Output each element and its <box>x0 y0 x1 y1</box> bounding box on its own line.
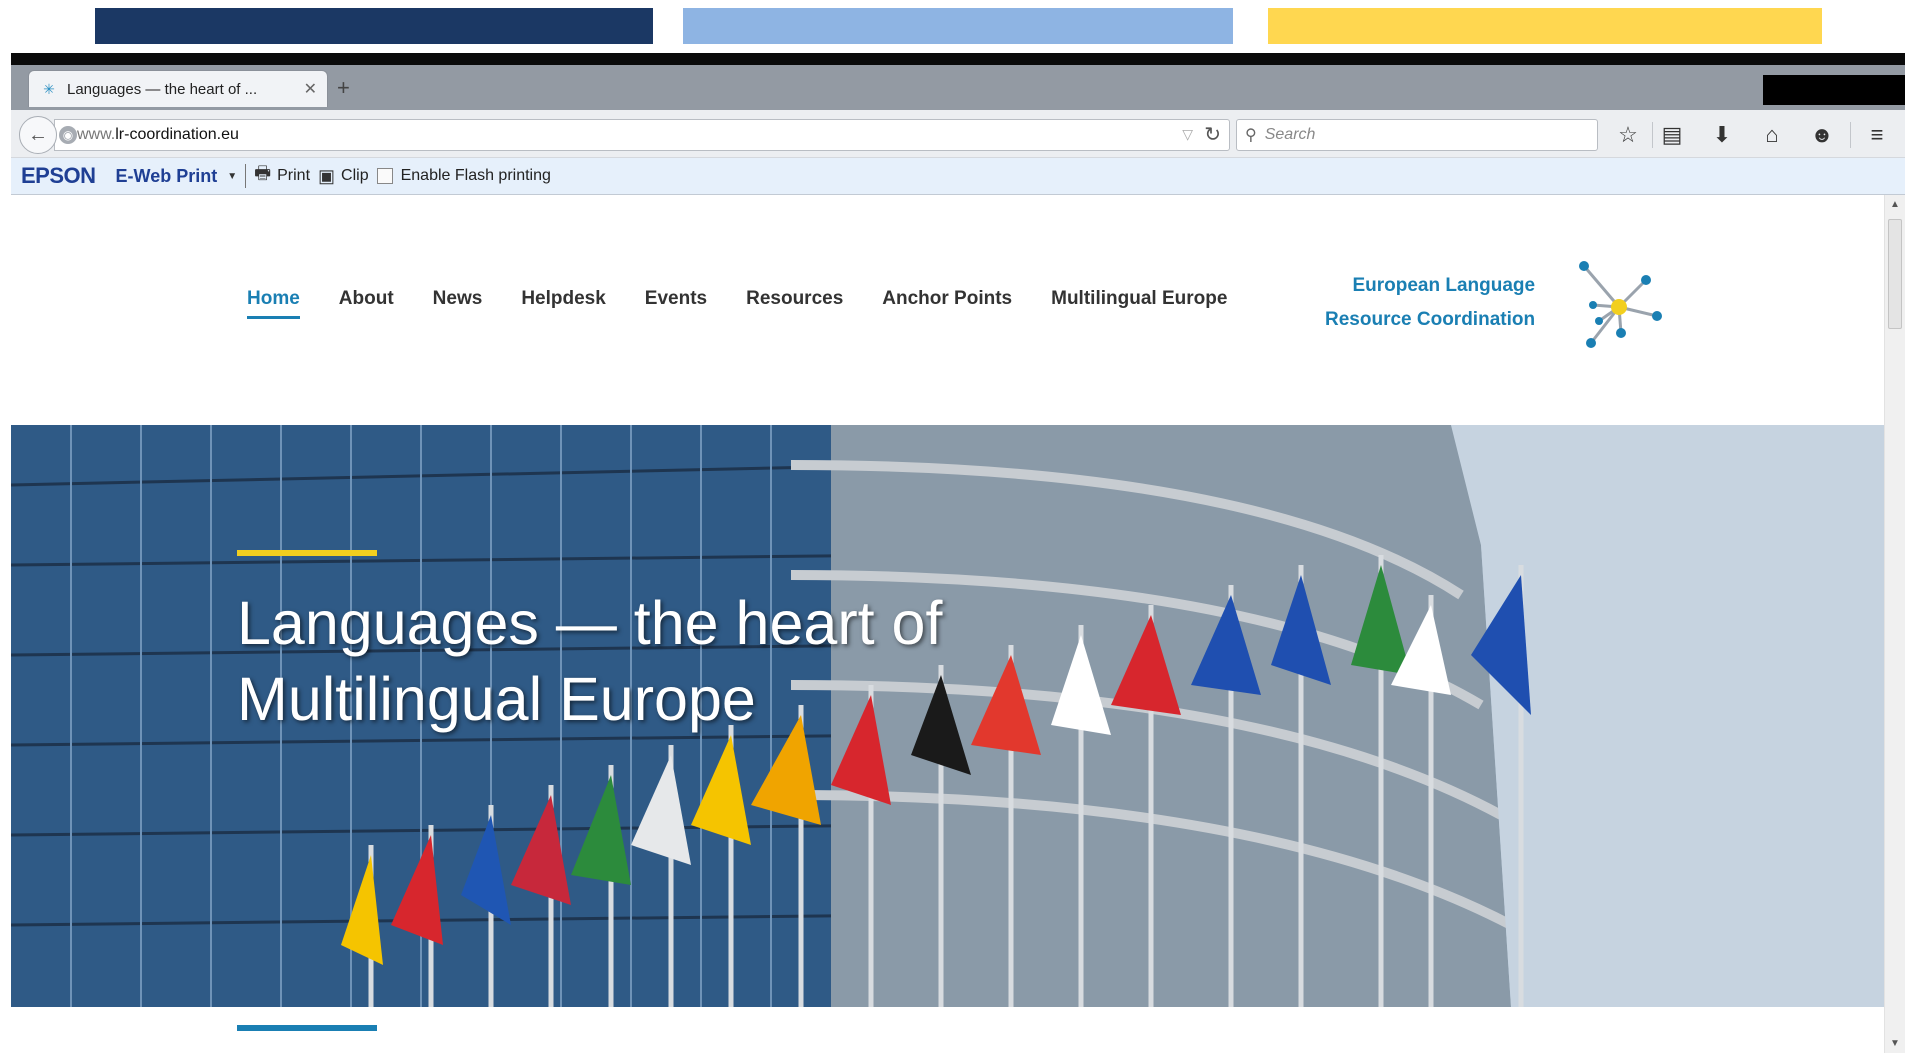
menu-icon[interactable]: ≡ <box>1863 121 1891 149</box>
section-accent-line <box>237 1025 377 1031</box>
nav-home[interactable]: Home <box>247 288 300 319</box>
print-label: Print <box>277 167 311 184</box>
page-content: Home About News Helpdesk Events Resource… <box>11 195 1884 1053</box>
chat-icon[interactable]: ☻ <box>1808 121 1836 149</box>
decor-bar-yellow <box>1268 8 1822 44</box>
nav-multilingual-europe[interactable]: Multilingual Europe <box>1051 288 1227 319</box>
network-logo-icon[interactable] <box>1569 250 1669 350</box>
download-icon[interactable]: ⬇ <box>1708 121 1736 149</box>
hero-banner: Languages — the heart of Multilingual Eu… <box>11 425 1884 1007</box>
nav-events[interactable]: Events <box>645 288 707 319</box>
nav-resources[interactable]: Resources <box>746 288 843 319</box>
new-tab-button[interactable]: + <box>337 75 350 101</box>
toolbar-divider <box>1850 122 1851 148</box>
site-favicon-icon: ✳ <box>43 81 55 97</box>
chevron-down-icon[interactable]: ▼ <box>227 171 237 182</box>
window-frame-corner <box>1763 75 1905 105</box>
browser-tab[interactable]: ✳ Languages — the heart of ... ✕ <box>28 70 328 107</box>
tab-title: Languages — the heart of ... <box>67 80 258 98</box>
hero-title-line-2: Multilingual Europe <box>237 665 756 733</box>
toolbar-divider <box>245 164 247 188</box>
scroll-down-icon[interactable]: ▼ <box>1890 1038 1900 1049</box>
site-brand[interactable]: European Language Resource Coordination <box>1325 269 1535 337</box>
reading-list-icon[interactable]: ▤ <box>1658 121 1686 149</box>
page-scrollbar[interactable]: ▲ ▼ <box>1884 195 1905 1053</box>
site-nav: Home About News Helpdesk Events Resource… <box>247 288 1266 319</box>
scrollbar-thumb[interactable] <box>1888 219 1902 329</box>
brand-line-1: European Language <box>1352 275 1536 296</box>
navigation-bar: ◉ www. lr-coordination.eu ▽ ↻ ← ⚲ Search … <box>11 110 1905 158</box>
close-icon[interactable]: ✕ <box>304 79 317 99</box>
flash-printing-toggle[interactable]: Enable Flash printing <box>376 167 551 185</box>
window-frame <box>11 53 1905 65</box>
url-prefix: www. <box>77 126 116 143</box>
url-domain: lr-coordination.eu <box>115 126 239 143</box>
toolbar-divider <box>1652 122 1653 148</box>
browser-window: ✳ Languages — the heart of ... ✕ + ◉ www… <box>11 53 1905 1053</box>
epson-logo: EPSON <box>21 163 96 188</box>
nav-helpdesk[interactable]: Helpdesk <box>521 288 605 319</box>
decor-bar-navy <box>95 8 653 44</box>
decor-bar-lightblue <box>683 8 1233 44</box>
flash-printing-checkbox[interactable] <box>376 168 393 184</box>
clip-icon: ▣ <box>318 165 336 186</box>
nav-anchor-points[interactable]: Anchor Points <box>882 288 1012 319</box>
clip-button[interactable]: ▣ Clip <box>318 166 369 187</box>
url-dropdown-icon[interactable]: ▽ <box>1182 126 1193 143</box>
epson-toolbar: EPSON E-Web Print ▼ 🖶 Print ▣ Clip Enabl… <box>11 158 1905 195</box>
star-icon[interactable]: ☆ <box>1614 121 1642 149</box>
hero-accent-line <box>237 550 377 556</box>
hero-title-line-1: Languages — the heart of <box>237 589 943 657</box>
brand-line-2: Resource Coordination <box>1325 309 1536 330</box>
nav-news[interactable]: News <box>433 288 483 319</box>
search-placeholder: Search <box>1264 126 1316 143</box>
globe-icon: ◉ <box>59 126 77 144</box>
back-button[interactable]: ← <box>19 116 57 154</box>
reload-icon[interactable]: ↻ <box>1204 122 1221 147</box>
e-web-print-label: E-Web Print <box>115 165 218 186</box>
url-bar[interactable]: ◉ www. lr-coordination.eu ▽ ↻ <box>54 119 1230 151</box>
scroll-up-icon[interactable]: ▲ <box>1890 199 1900 210</box>
search-input[interactable]: ⚲ Search <box>1236 119 1598 151</box>
search-icon: ⚲ <box>1245 127 1257 144</box>
hero-title: Languages — the heart of Multilingual Eu… <box>237 585 942 737</box>
print-button[interactable]: 🖶 Print <box>254 161 310 191</box>
flash-printing-label: Enable Flash printing <box>400 167 551 184</box>
nav-about[interactable]: About <box>339 288 394 319</box>
arrow-left-icon: ← <box>28 123 48 146</box>
clip-label: Clip <box>341 167 369 184</box>
printer-icon: 🖶 <box>254 163 272 183</box>
home-icon[interactable]: ⌂ <box>1758 121 1786 149</box>
